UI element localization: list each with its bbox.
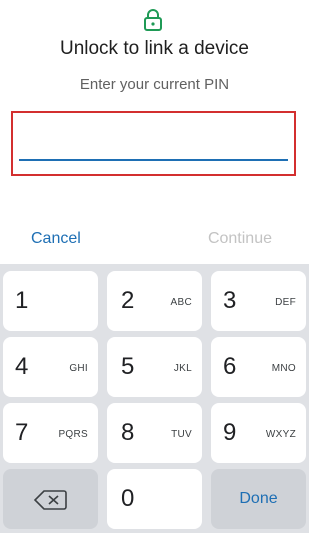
key-number: 6 [223, 353, 237, 380]
backspace-button[interactable] [3, 469, 98, 529]
key-letters: JKL [173, 363, 192, 374]
key-letters: DEF [275, 297, 296, 308]
key-number: 2 [121, 287, 135, 314]
backspace-icon [33, 490, 67, 510]
key-8[interactable]: 8 TUV [107, 403, 202, 463]
done-button[interactable]: Done [211, 469, 306, 529]
lock-icon [144, 9, 162, 31]
key-letters: MNO [271, 363, 296, 374]
unlock-dialog: Unlock to link a device Enter your curre… [0, 0, 309, 264]
key-letters: GHI [69, 363, 88, 374]
key-number: 1 [15, 287, 29, 314]
key-number: 8 [121, 419, 135, 446]
key-9[interactable]: 9 WXYZ [211, 403, 306, 463]
key-letters: WXYZ [265, 429, 296, 440]
key-number: 3 [223, 287, 237, 314]
key-3[interactable]: 3 DEF [211, 271, 306, 331]
done-label: Done [239, 490, 278, 507]
key-number: 5 [121, 353, 135, 380]
key-letters: PQRS [58, 429, 88, 440]
key-number: 9 [223, 419, 237, 446]
key-7[interactable]: 7 PQRS [3, 403, 98, 463]
key-6[interactable]: 6 MNO [211, 337, 306, 397]
dialog-subtitle: Enter your current PIN [79, 76, 230, 93]
key-0[interactable]: 0 [107, 469, 202, 529]
key-letters: ABC [170, 297, 192, 308]
key-number: 4 [15, 353, 29, 380]
pin-input[interactable] [19, 125, 288, 161]
continue-button[interactable]: Continue [208, 230, 272, 248]
dialog-title: Unlock to link a device [59, 38, 250, 59]
key-2[interactable]: 2 ABC [107, 271, 202, 331]
key-number: 7 [15, 419, 29, 446]
key-4[interactable]: 4 GHI [3, 337, 98, 397]
key-letters: TUV [171, 429, 192, 440]
pin-field-highlight [11, 111, 296, 176]
cancel-button[interactable]: Cancel [31, 230, 81, 248]
key-5[interactable]: 5 JKL [107, 337, 202, 397]
key-number: 0 [121, 485, 135, 512]
key-1[interactable]: 1 [3, 271, 98, 331]
numeric-keyboard: 1 2 ABC 3 DEF 4 GHI 5 JKL 6 MNO 7 PQRS 8… [0, 264, 309, 533]
